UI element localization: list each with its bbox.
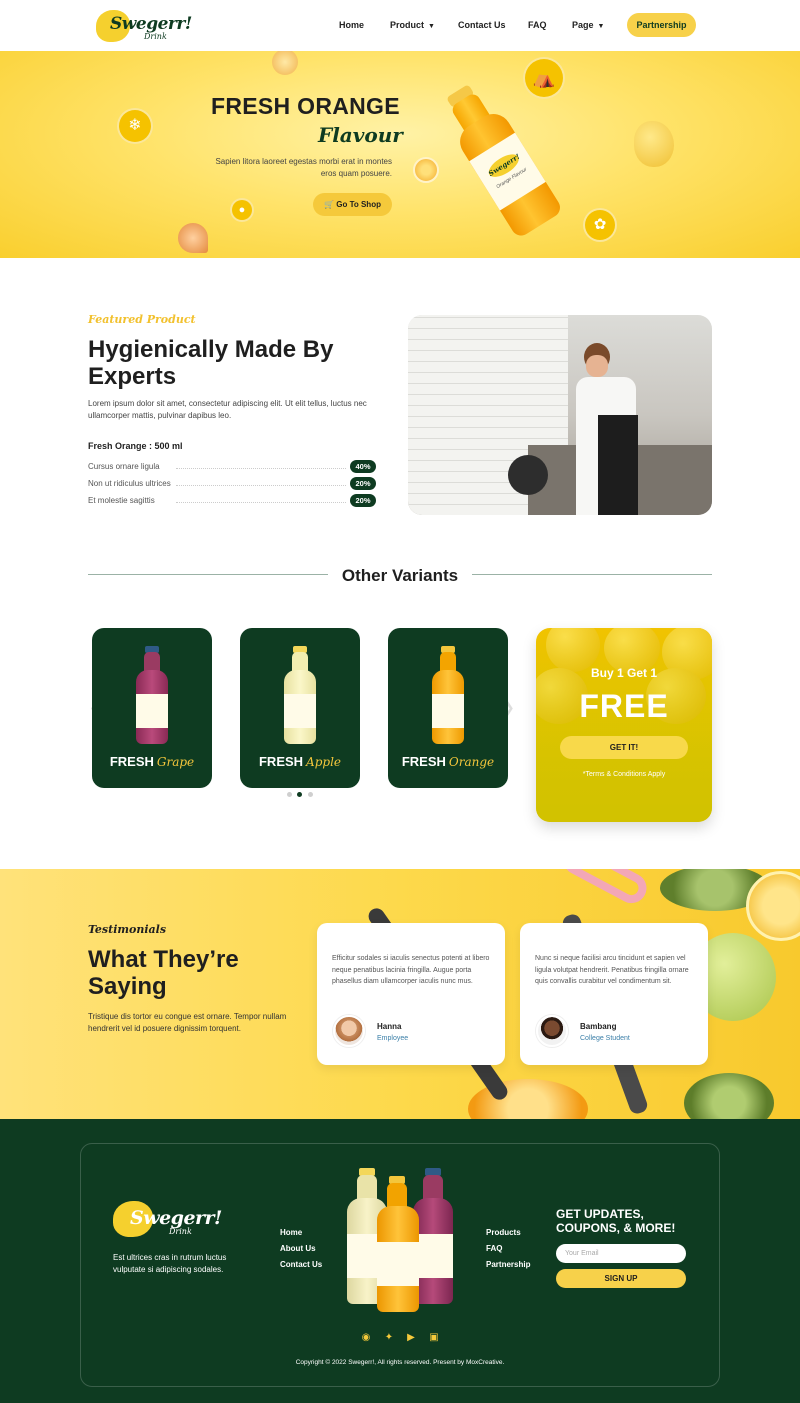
testimonial-role: Employee <box>377 1035 409 1042</box>
brand-name: Swegerr! <box>110 14 192 34</box>
grapefruit-decoration <box>178 223 208 253</box>
nav-faq[interactable]: FAQ <box>528 20 547 30</box>
footer-link-contact[interactable]: Contact Us <box>280 1260 322 1269</box>
instagram-icon[interactable]: ▣ <box>428 1332 440 1344</box>
get-it-button[interactable]: GET IT! <box>560 736 688 759</box>
basket-icon: ⛺ <box>523 57 565 99</box>
grape-bottle-image <box>413 1168 453 1304</box>
testimonial-quote: Nunc si neque facilisi arcu tincidunt et… <box>535 955 689 985</box>
page: Swegerr! Drink Home Product ▼ Contact Us … <box>0 0 800 1403</box>
email-field[interactable]: Your Email <box>556 1244 686 1263</box>
facebook-icon[interactable]: ◉ <box>360 1332 372 1344</box>
chevron-down-icon: ▼ <box>597 23 605 30</box>
footer-link-about[interactable]: About Us <box>280 1244 316 1253</box>
promo-card: Buy 1 Get 1 FREE GET IT! *Terms & Condit… <box>536 628 712 822</box>
featured-description: Lorem ipsum dolor sit amet, consectetur … <box>88 399 367 420</box>
testimonial-card: Efficitur sodales si iaculis senectus po… <box>317 923 505 1065</box>
lemon-decoration <box>746 871 800 941</box>
apple-icon: ● <box>230 198 254 222</box>
footer-description: Est ultrices cras in rutrum luctus vulpu… <box>113 1253 227 1274</box>
footer-logo[interactable]: Swegerr! Drink <box>113 1199 222 1241</box>
lemon-decoration <box>634 121 674 167</box>
stat-row: Et molestie sagittis 20% <box>88 494 376 508</box>
apple-bottle-image <box>284 646 316 744</box>
wheat-icon: ❄ <box>117 108 153 144</box>
orange-slice-decoration <box>272 51 298 75</box>
orange-bottle-image <box>432 646 464 744</box>
testimonials-tag: Testimonials <box>88 923 167 936</box>
twitter-icon[interactable]: ✦ <box>383 1332 395 1344</box>
footer-link-faq[interactable]: FAQ <box>486 1244 502 1253</box>
leaf-icon: ✿ <box>583 208 617 242</box>
carousel-dot[interactable] <box>287 792 292 797</box>
kitchen-chef-image <box>408 315 712 515</box>
orange-slice-decoration <box>413 157 439 183</box>
nav-home[interactable]: Home <box>339 20 364 30</box>
promo-free: FREE <box>579 688 669 724</box>
hero-flavour: Flavour <box>318 123 403 147</box>
avatar <box>333 1015 365 1047</box>
footer-link-partnership[interactable]: Partnership <box>486 1260 530 1269</box>
nav-contact[interactable]: Contact Us <box>458 20 506 30</box>
sign-up-button[interactable]: SIGN UP <box>556 1269 686 1288</box>
tape-decoration <box>558 869 652 909</box>
carousel-dot[interactable] <box>308 792 313 797</box>
promo-terms: *Terms & Conditions Apply <box>582 771 666 778</box>
testimonials-section: Testimonials What They’re Saying Tristiq… <box>0 869 800 1119</box>
brand-sub: Drink <box>144 32 167 41</box>
nav-product[interactable]: Product ▼ <box>390 20 435 30</box>
testimonial-name: Hanna <box>377 1022 402 1031</box>
variant-card-orange[interactable]: FRESH Orange <box>388 628 508 788</box>
chevron-down-icon: ▼ <box>428 23 435 30</box>
kiwi-decoration <box>684 1073 774 1119</box>
stat-badge: 20% <box>350 494 376 507</box>
stat-row: Cursus ornare ligula 40% <box>88 460 376 474</box>
footer-link-products[interactable]: Products <box>486 1228 521 1237</box>
go-to-shop-button[interactable]: 🛒 Go To Shop <box>313 193 392 216</box>
variant-card-apple[interactable]: FRESH Apple <box>240 628 360 788</box>
testimonials-description: Tristique dis tortor eu congue est ornar… <box>88 1012 287 1033</box>
hero-subtitle: Sapien litora laoreet egestas morbi erat… <box>215 157 392 178</box>
featured-size: Fresh Orange : 500 ml <box>88 441 183 451</box>
hero-bottle-image: Swegerr! Orange Flavour <box>431 75 567 242</box>
hero-title: FRESH ORANGE <box>211 93 400 119</box>
testimonial-quote: Efficitur sodales si iaculis senectus po… <box>332 955 490 985</box>
newsletter-title: GET UPDATES, COUPONS, & MORE! <box>556 1207 676 1235</box>
youtube-icon[interactable]: ▶ <box>405 1332 417 1344</box>
variants-title: Other Variants <box>341 566 459 585</box>
copyright: Copyright © 2022 Swegerr!, All rights re… <box>295 1359 505 1366</box>
hero-banner: ❄ ⛺ ✿ ● FRESH ORANGE Flavour Sapien lito… <box>0 51 800 258</box>
nav-page[interactable]: Page ▼ <box>572 20 604 30</box>
variant-card-grape[interactable]: FRESH Grape <box>92 628 212 788</box>
partnership-button[interactable]: Partnership <box>627 13 696 37</box>
orange-bottle-image <box>377 1176 419 1312</box>
carousel-dot-active[interactable] <box>297 792 302 797</box>
footer-link-home[interactable]: Home <box>280 1228 302 1237</box>
testimonial-card: Nunc si neque facilisi arcu tincidunt et… <box>520 923 708 1065</box>
grape-bottle-image <box>136 646 168 744</box>
avatar <box>536 1015 568 1047</box>
stat-badge: 40% <box>350 460 376 473</box>
stat-row: Non ut ridiculus ultrices 20% <box>88 477 376 491</box>
brand-logo[interactable]: Swegerr! Drink <box>96 8 192 44</box>
testimonial-name: Bambang <box>580 1022 617 1031</box>
testimonials-title: What They’re Saying <box>88 946 239 1000</box>
promo-line1: Buy 1 Get 1 <box>590 666 658 680</box>
featured-title: Hygienically Made By Experts <box>88 336 334 390</box>
stat-badge: 20% <box>350 477 376 490</box>
featured-tag: Featured Product <box>88 313 196 326</box>
site-header: Swegerr! Drink Home Product ▼ Contact Us … <box>0 0 800 51</box>
testimonial-role: College Student <box>580 1035 630 1042</box>
cart-icon: 🛒 <box>324 200 334 209</box>
